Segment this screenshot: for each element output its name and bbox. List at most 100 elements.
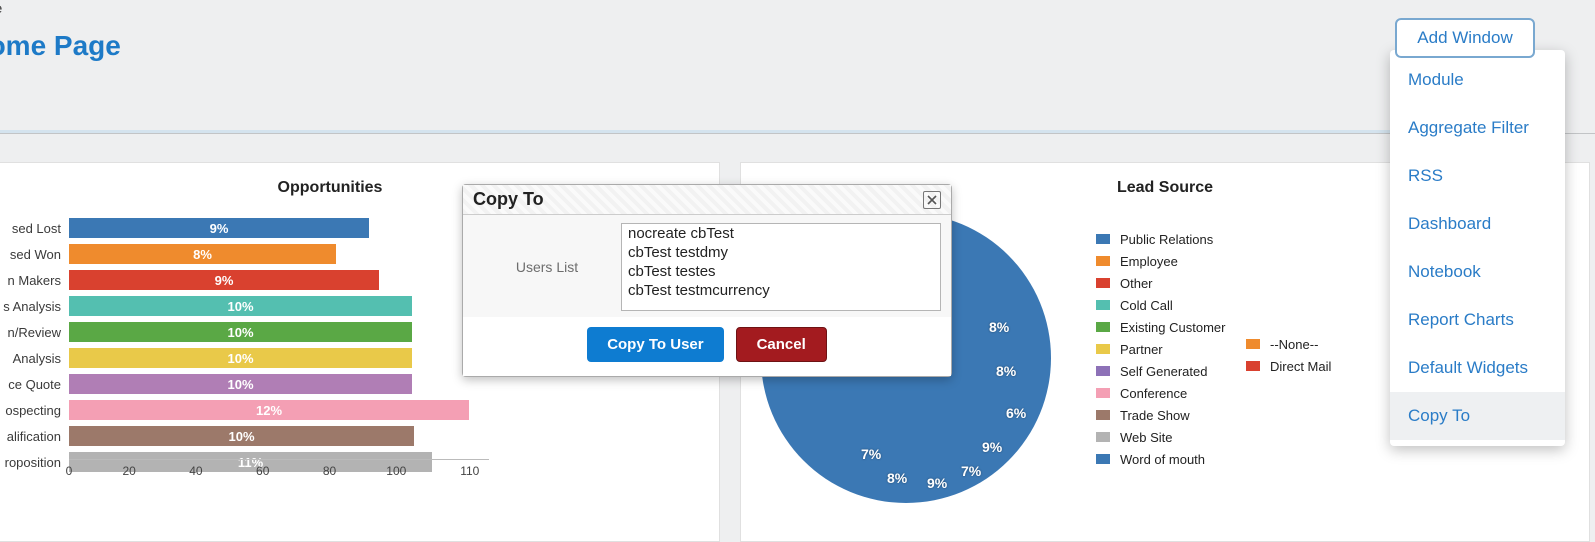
legend-swatch xyxy=(1096,410,1110,420)
axis-tick: 100 xyxy=(386,460,406,478)
legend-item[interactable]: Employee xyxy=(1096,250,1225,272)
legend-swatch xyxy=(1096,432,1110,442)
page-header: ome y Home Page xyxy=(0,0,1595,130)
bar-label: n Makers xyxy=(0,273,69,288)
legend-swatch xyxy=(1096,278,1110,288)
users-list-label: Users List xyxy=(473,259,621,275)
legend-swatch xyxy=(1096,366,1110,376)
modal-actions: Copy To User Cancel xyxy=(463,317,951,376)
users-list[interactable]: nocreate cbTestcbTest testdmycbTest test… xyxy=(621,223,941,311)
legend-item[interactable]: Conference xyxy=(1096,382,1225,404)
breadcrumb[interactable]: ome xyxy=(0,0,2,16)
legend-label: Conference xyxy=(1120,386,1187,401)
copy-to-user-button[interactable]: Copy To User xyxy=(587,327,723,362)
legend-label: Cold Call xyxy=(1120,298,1173,313)
bar-label: n/Review xyxy=(0,325,69,340)
axis-tick: 60 xyxy=(256,460,269,478)
pie-legend: Public Relations Employee Other Cold Call Ex… xyxy=(1096,228,1225,470)
axis-tick: 20 xyxy=(122,460,135,478)
bar-fill[interactable]: 8% xyxy=(69,244,336,264)
pie-slice-label: 9% xyxy=(927,475,947,491)
cancel-button[interactable]: Cancel xyxy=(736,327,827,362)
copy-to-modal: Copy To Users List nocreate cbTestcbTest… xyxy=(462,184,952,377)
pie-slice-label: 6% xyxy=(1006,405,1026,421)
legend-swatch xyxy=(1096,388,1110,398)
pie-slice-label: 8% xyxy=(996,363,1016,379)
bar-fill[interactable]: 9% xyxy=(69,218,369,238)
modal-title: Copy To xyxy=(473,189,544,210)
user-option[interactable]: cbTest testes xyxy=(622,262,940,281)
page-title: y Home Page xyxy=(0,30,121,62)
dropdown-item-report-charts[interactable]: Report Charts xyxy=(1390,296,1565,344)
legend-item[interactable]: Word of mouth xyxy=(1096,448,1225,470)
bar-label: ospecting xyxy=(0,403,69,418)
divider xyxy=(0,133,1595,134)
legend-item[interactable]: Partner xyxy=(1096,338,1225,360)
pie-legend-2: --None-- Direct Mail xyxy=(1246,333,1331,377)
bar-label: Analysis xyxy=(0,351,69,366)
bar-label: sed Won xyxy=(0,247,69,262)
user-option[interactable]: cbTest testdmy xyxy=(622,243,940,262)
bar-fill[interactable]: 10% xyxy=(69,348,412,368)
legend-item[interactable]: Trade Show xyxy=(1096,404,1225,426)
legend-label: --None-- xyxy=(1270,337,1318,352)
legend-item[interactable]: Web Site xyxy=(1096,426,1225,448)
legend-label: Trade Show xyxy=(1120,408,1190,423)
bar-fill[interactable]: 10% xyxy=(69,322,412,342)
legend-label: Word of mouth xyxy=(1120,452,1205,467)
legend-label: Public Relations xyxy=(1120,232,1213,247)
bar-fill[interactable]: 10% xyxy=(69,374,412,394)
add-window-button[interactable]: Add Window xyxy=(1395,18,1535,58)
axis-tick: 0 xyxy=(66,460,73,478)
legend-label: Partner xyxy=(1120,342,1163,357)
bar-row: alification10% xyxy=(0,423,719,449)
legend-item[interactable]: --None-- xyxy=(1246,333,1331,355)
legend-swatch xyxy=(1096,322,1110,332)
user-option[interactable]: cbTest testmcurrency xyxy=(622,281,940,300)
legend-label: Existing Customer xyxy=(1120,320,1225,335)
legend-swatch xyxy=(1096,454,1110,464)
axis-tick: 40 xyxy=(189,460,202,478)
modal-header: Copy To xyxy=(463,185,951,215)
pie-slice-label: 9% xyxy=(982,439,1002,455)
bar-fill[interactable]: 9% xyxy=(69,270,379,290)
dropdown-item-rss[interactable]: RSS xyxy=(1390,152,1565,200)
bar-fill[interactable]: 10% xyxy=(69,296,412,316)
bar-label: ce Quote xyxy=(0,377,69,392)
legend-label: Other xyxy=(1120,276,1153,291)
dropdown-item-notebook[interactable]: Notebook xyxy=(1390,248,1565,296)
pie-slice-label: 7% xyxy=(861,446,881,462)
axis-tick: 80 xyxy=(323,460,336,478)
axis-tick: 110 xyxy=(460,460,479,478)
legend-item[interactable]: Direct Mail xyxy=(1246,355,1331,377)
legend-item[interactable]: Cold Call xyxy=(1096,294,1225,316)
dropdown-item-default-widgets[interactable]: Default Widgets xyxy=(1390,344,1565,392)
legend-swatch xyxy=(1096,344,1110,354)
close-icon[interactable] xyxy=(923,191,941,209)
legend-item[interactable]: Self Generated xyxy=(1096,360,1225,382)
legend-swatch xyxy=(1096,256,1110,266)
legend-label: Direct Mail xyxy=(1270,359,1331,374)
legend-label: Employee xyxy=(1120,254,1178,269)
pie-slice-label: 8% xyxy=(887,470,907,486)
pie-slice-label: 7% xyxy=(961,463,981,479)
legend-item[interactable]: Existing Customer xyxy=(1096,316,1225,338)
legend-label: Self Generated xyxy=(1120,364,1207,379)
bar-label: alification xyxy=(0,429,69,444)
dropdown-item-dashboard[interactable]: Dashboard xyxy=(1390,200,1565,248)
bar-fill[interactable]: 12% xyxy=(69,400,469,420)
add-window-dropdown: ModuleAggregate FilterRSSDashboardNotebo… xyxy=(1390,50,1565,446)
dropdown-item-module[interactable]: Module xyxy=(1390,56,1565,104)
legend-item[interactable]: Other xyxy=(1096,272,1225,294)
bar-label: sed Lost xyxy=(0,221,69,236)
legend-swatch xyxy=(1096,300,1110,310)
legend-swatch xyxy=(1246,339,1260,349)
modal-body: Users List nocreate cbTestcbTest testdmy… xyxy=(463,215,951,317)
legend-label: Web Site xyxy=(1120,430,1173,445)
pie-slice-label: 8% xyxy=(989,319,1009,335)
bar-fill[interactable]: 10% xyxy=(69,426,414,446)
dropdown-item-aggregate-filter[interactable]: Aggregate Filter xyxy=(1390,104,1565,152)
user-option[interactable]: nocreate cbTest xyxy=(622,224,940,243)
legend-item[interactable]: Public Relations xyxy=(1096,228,1225,250)
dropdown-item-copy-to[interactable]: Copy To xyxy=(1390,392,1565,440)
